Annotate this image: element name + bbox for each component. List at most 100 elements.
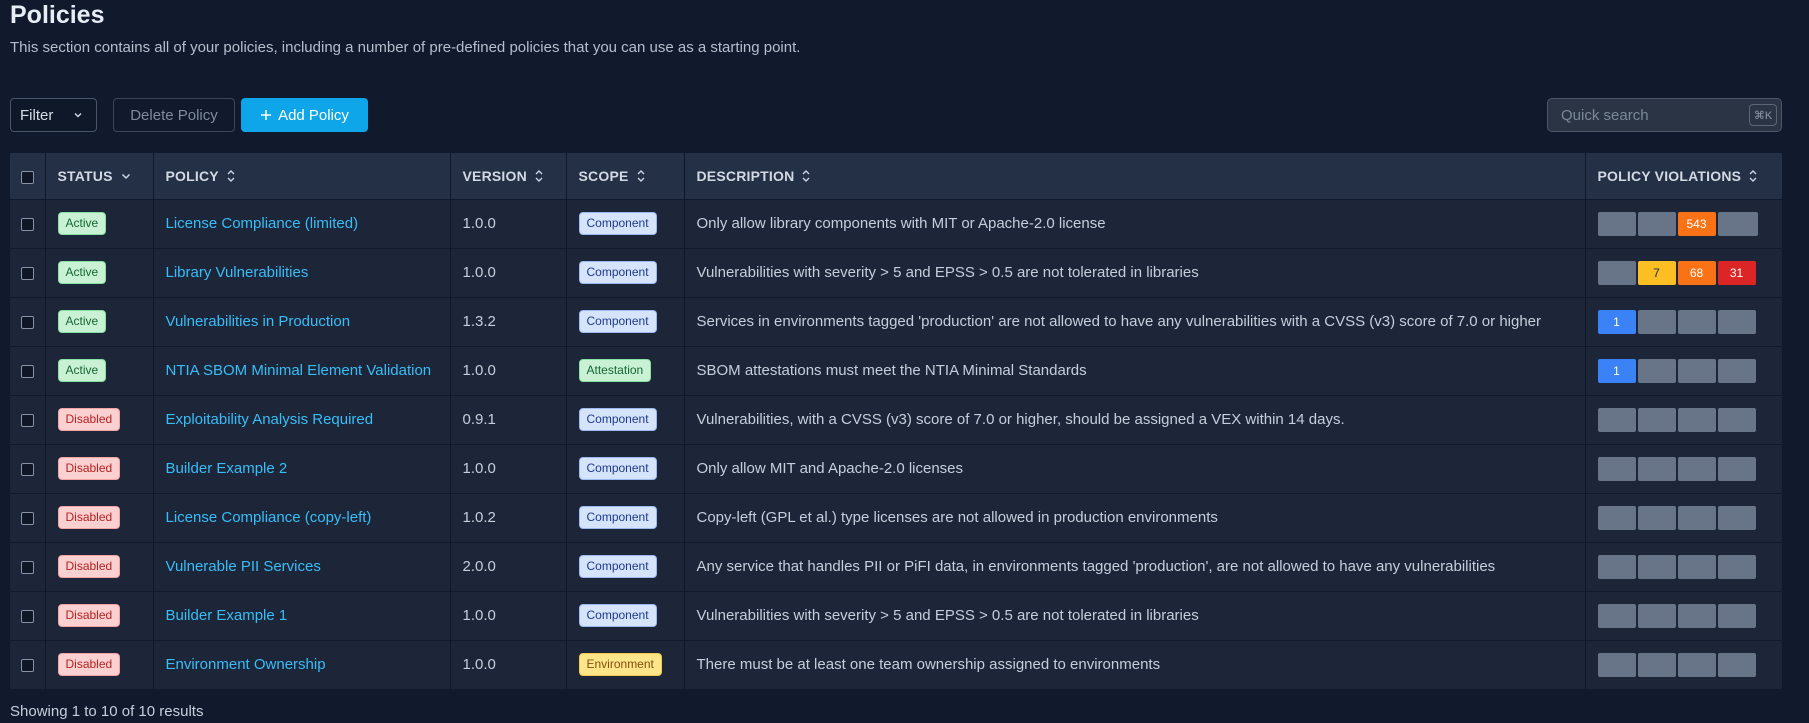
results-summary: Showing 1 to 10 of 10 results: [10, 703, 204, 720]
policy-link[interactable]: Builder Example 1: [166, 607, 288, 624]
scope-badge: Component: [578, 408, 657, 431]
table-row[interactable]: Disabled Environment Ownership 1.0.0 Enviro…: [10, 640, 1782, 689]
violation-count-segment: [1717, 407, 1756, 432]
policy-link[interactable]: Library Vulnerabilities: [166, 264, 309, 281]
scope-cell: Environment: [566, 640, 685, 689]
row-select-cell: [10, 297, 46, 346]
policy-link[interactable]: Exploitability Analysis Required: [166, 411, 374, 428]
status-cell: Disabled: [45, 542, 154, 591]
row-select-cell: [10, 542, 46, 591]
version-cell: 1.0.0: [450, 640, 567, 689]
policy-link[interactable]: NTIA SBOM Minimal Element Validation: [166, 362, 432, 379]
chevron-down-icon: [119, 169, 133, 183]
row-checkbox[interactable]: [20, 511, 34, 525]
column-policy[interactable]: POLICY: [153, 153, 451, 199]
status-badge: Active: [57, 310, 107, 333]
column-version[interactable]: VERSION: [450, 153, 567, 199]
row-checkbox[interactable]: [20, 364, 34, 378]
status-cell: Disabled: [45, 444, 154, 493]
table-body: Active License Compliance (limited) 1.0.0 C…: [10, 199, 1782, 689]
scope-badge: Component: [578, 506, 657, 529]
violation-count-segment: [1677, 456, 1716, 481]
policy-cell: Library Vulnerabilities: [153, 248, 451, 297]
status-badge: Disabled: [57, 408, 121, 431]
scope-cell: Component: [566, 542, 685, 591]
violation-count-segment: [1677, 505, 1716, 530]
scope-badge: Attestation: [578, 359, 652, 382]
row-select-cell: [10, 395, 46, 444]
sort-icon: [635, 169, 647, 183]
violation-count-segment: [1677, 554, 1716, 579]
row-checkbox[interactable]: [20, 560, 34, 574]
status-badge: Active: [57, 212, 107, 235]
description-cell: Vulnerabilities with severity > 5 and EP…: [684, 248, 1586, 297]
column-description[interactable]: DESCRIPTION: [684, 153, 1586, 199]
table-row[interactable]: Disabled License Compliance (copy-left) 1.…: [10, 493, 1782, 542]
table-row[interactable]: Active NTIA SBOM Minimal Element Validati…: [10, 346, 1782, 395]
select-all-checkbox[interactable]: [20, 170, 34, 184]
scope-badge: Component: [578, 261, 657, 284]
version-cell: 1.0.0: [450, 444, 567, 493]
shortcut-hint: ⌘K: [1749, 104, 1777, 126]
status-cell: Active: [45, 297, 154, 346]
delete-policy-button[interactable]: Delete Policy: [113, 98, 235, 132]
row-checkbox[interactable]: [20, 413, 34, 427]
status-cell: Disabled: [45, 395, 154, 444]
column-violations-label: POLICY VIOLATIONS: [1597, 167, 1742, 184]
column-version-label: VERSION: [462, 167, 527, 184]
violation-count-segment: 1: [1597, 309, 1636, 334]
filter-button[interactable]: Filter: [10, 98, 97, 132]
violation-count-segment: [1677, 652, 1716, 677]
policy-link[interactable]: License Compliance (limited): [166, 215, 359, 232]
table-row[interactable]: Active Library Vulnerabilities 1.0.0 Compon…: [10, 248, 1782, 297]
policy-cell: Environment Ownership: [153, 640, 451, 689]
violation-count-segment: 68: [1677, 260, 1716, 285]
row-checkbox[interactable]: [20, 609, 34, 623]
row-select-cell: [10, 493, 46, 542]
version-cell: 1.0.0: [450, 199, 567, 248]
policy-link[interactable]: Vulnerable PII Services: [166, 558, 321, 575]
add-policy-button[interactable]: Add Policy: [241, 98, 368, 132]
violation-count-segment: [1717, 505, 1756, 530]
violation-count-segment: [1677, 358, 1716, 383]
violations-bar: 7 68 31: [1597, 260, 1771, 285]
row-checkbox[interactable]: [20, 266, 34, 280]
row-checkbox[interactable]: [20, 217, 34, 231]
search-input[interactable]: [1559, 105, 1743, 125]
policy-link[interactable]: Environment Ownership: [166, 656, 326, 673]
table-row[interactable]: Disabled Vulnerable PII Services 2.0.0 Comp…: [10, 542, 1782, 591]
policy-link[interactable]: Vulnerabilities in Production: [166, 313, 351, 330]
violation-count-segment: [1717, 456, 1756, 481]
violation-count-segment: 31: [1717, 260, 1756, 285]
table-row[interactable]: Disabled Builder Example 2 1.0.0 Component O…: [10, 444, 1782, 493]
description-cell: Only allow MIT and Apache-2.0 licenses: [684, 444, 1586, 493]
column-status-label: STATUS: [57, 167, 113, 184]
quick-search[interactable]: ⌘K: [1547, 98, 1782, 132]
column-status[interactable]: STATUS: [45, 153, 154, 199]
violation-count-segment: [1717, 603, 1756, 628]
scope-cell: Component: [566, 395, 685, 444]
violation-count-segment: [1717, 309, 1756, 334]
violation-count-segment: [1597, 211, 1636, 236]
row-select-cell: [10, 346, 46, 395]
scope-badge: Component: [578, 555, 657, 578]
violation-count-segment: [1717, 652, 1756, 677]
policy-cell: NTIA SBOM Minimal Element Validation: [153, 346, 451, 395]
column-violations[interactable]: POLICY VIOLATIONS: [1585, 153, 1782, 199]
table-row[interactable]: Disabled Builder Example 1 1.0.0 Component V…: [10, 591, 1782, 640]
table-row[interactable]: Disabled Exploitability Analysis Required…: [10, 395, 1782, 444]
policy-link[interactable]: License Compliance (copy-left): [166, 509, 372, 526]
policy-link[interactable]: Builder Example 2: [166, 460, 288, 477]
row-checkbox[interactable]: [20, 658, 34, 672]
table-row[interactable]: Active Vulnerabilities in Production 1.3.2…: [10, 297, 1782, 346]
table-row[interactable]: Active License Compliance (limited) 1.0.0 C…: [10, 199, 1782, 248]
row-checkbox[interactable]: [20, 462, 34, 476]
sort-icon: [533, 169, 545, 183]
violations-bar: 1: [1597, 309, 1771, 334]
status-badge: Active: [57, 261, 107, 284]
delete-policy-label: Delete Policy: [130, 106, 218, 124]
version-cell: 0.9.1: [450, 395, 567, 444]
column-scope[interactable]: SCOPE: [566, 153, 685, 199]
violations-cell: [1585, 395, 1782, 444]
row-checkbox[interactable]: [20, 315, 34, 329]
